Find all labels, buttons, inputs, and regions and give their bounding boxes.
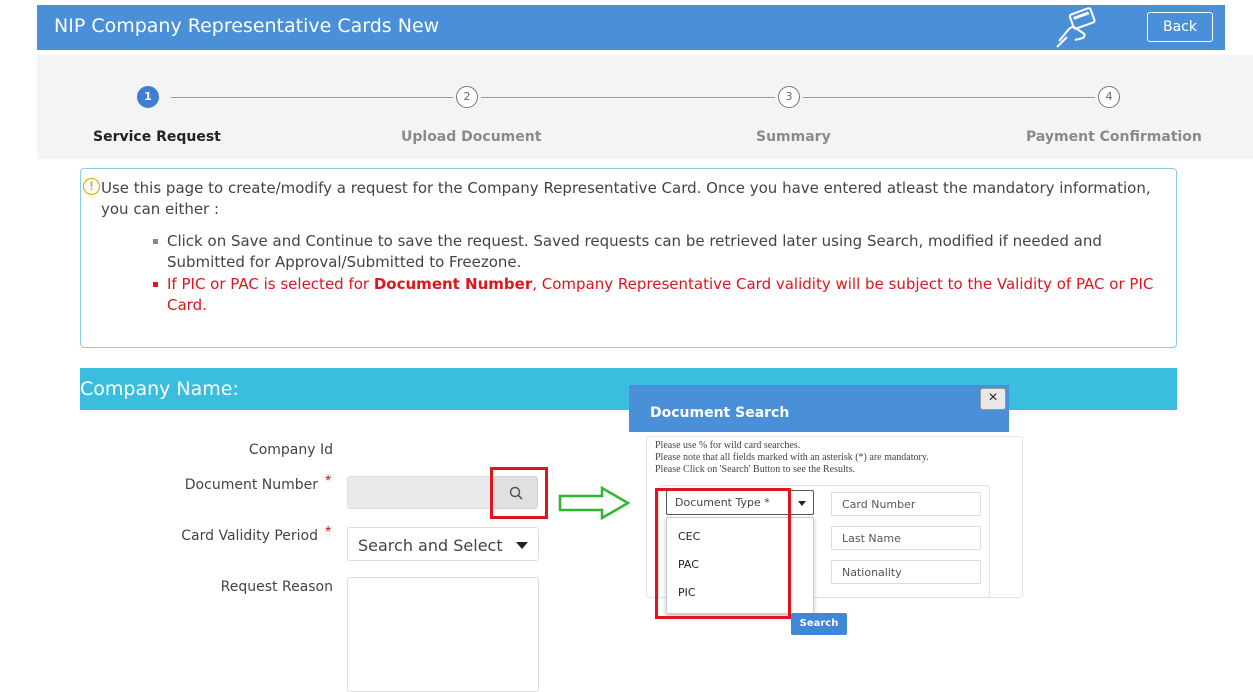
dialog-search-button[interactable]: Search — [791, 613, 847, 635]
wizard-steps: 1 2 3 4 Service Request Upload Document … — [37, 55, 1253, 159]
required-marker: * — [325, 524, 332, 541]
document-number-input[interactable] — [347, 476, 493, 509]
nationality-input[interactable]: Nationality — [831, 560, 981, 584]
back-button[interactable]: Back — [1147, 12, 1213, 42]
card-validity-value: Search and Select — [358, 536, 503, 555]
dialog-title: Document Search — [650, 405, 790, 421]
step-connector — [803, 97, 1095, 98]
step-2-indicator[interactable]: 2 — [456, 86, 478, 108]
step-3-indicator[interactable]: 3 — [778, 86, 800, 108]
section-title: Company Name: — [80, 378, 239, 400]
chevron-down-icon — [798, 501, 806, 506]
document-number-label: Document Number — [184, 477, 318, 493]
highlight-document-type — [655, 488, 791, 619]
request-reason-textarea[interactable] — [347, 577, 539, 692]
last-name-input[interactable]: Last Name — [831, 526, 981, 550]
info-panel: ! Use this page to create/modify a reque… — [80, 168, 1177, 348]
info-bullet-validity: If PIC or PAC is selected for Document N… — [153, 274, 1177, 316]
card-validity-select[interactable]: Search and Select — [347, 527, 539, 561]
dialog-note-mandatory: Please note that all fields marked with … — [655, 452, 929, 463]
step-2-label[interactable]: Upload Document — [401, 129, 541, 145]
step-3-label[interactable]: Summary — [756, 129, 831, 145]
required-marker: * — [325, 473, 332, 490]
step-1-label[interactable]: Service Request — [93, 129, 221, 145]
highlight-search-button — [490, 467, 548, 519]
company-id-label: Company Id — [248, 442, 333, 458]
request-reason-label: Request Reason — [220, 579, 333, 595]
step-connector — [481, 97, 775, 98]
card-payment-icon — [1056, 7, 1096, 48]
card-number-input[interactable]: Card Number — [831, 492, 981, 516]
step-connector — [171, 97, 453, 98]
card-validity-label: Card Validity Period — [181, 528, 318, 544]
arrow-right-icon — [558, 486, 630, 520]
dialog-note-search: Please Click on 'Search' Button to see t… — [655, 464, 855, 475]
dialog-note-wildcard: Please use % for wild card searches. — [655, 440, 801, 451]
chevron-down-icon — [516, 542, 528, 549]
info-bullet-save: Click on Save and Continue to save the r… — [153, 231, 1177, 273]
page-title: NIP Company Representative Cards New — [54, 15, 440, 37]
step-4-indicator[interactable]: 4 — [1098, 86, 1120, 108]
info-icon: ! — [83, 178, 100, 195]
close-button[interactable]: × — [980, 388, 1006, 410]
header-bar: NIP Company Representative Cards New Bac… — [37, 5, 1225, 50]
step-1-indicator[interactable]: 1 — [137, 86, 159, 108]
info-intro: Use this page to create/modify a request… — [101, 179, 1151, 218]
step-4-label[interactable]: Payment Confirmation — [1026, 129, 1202, 145]
